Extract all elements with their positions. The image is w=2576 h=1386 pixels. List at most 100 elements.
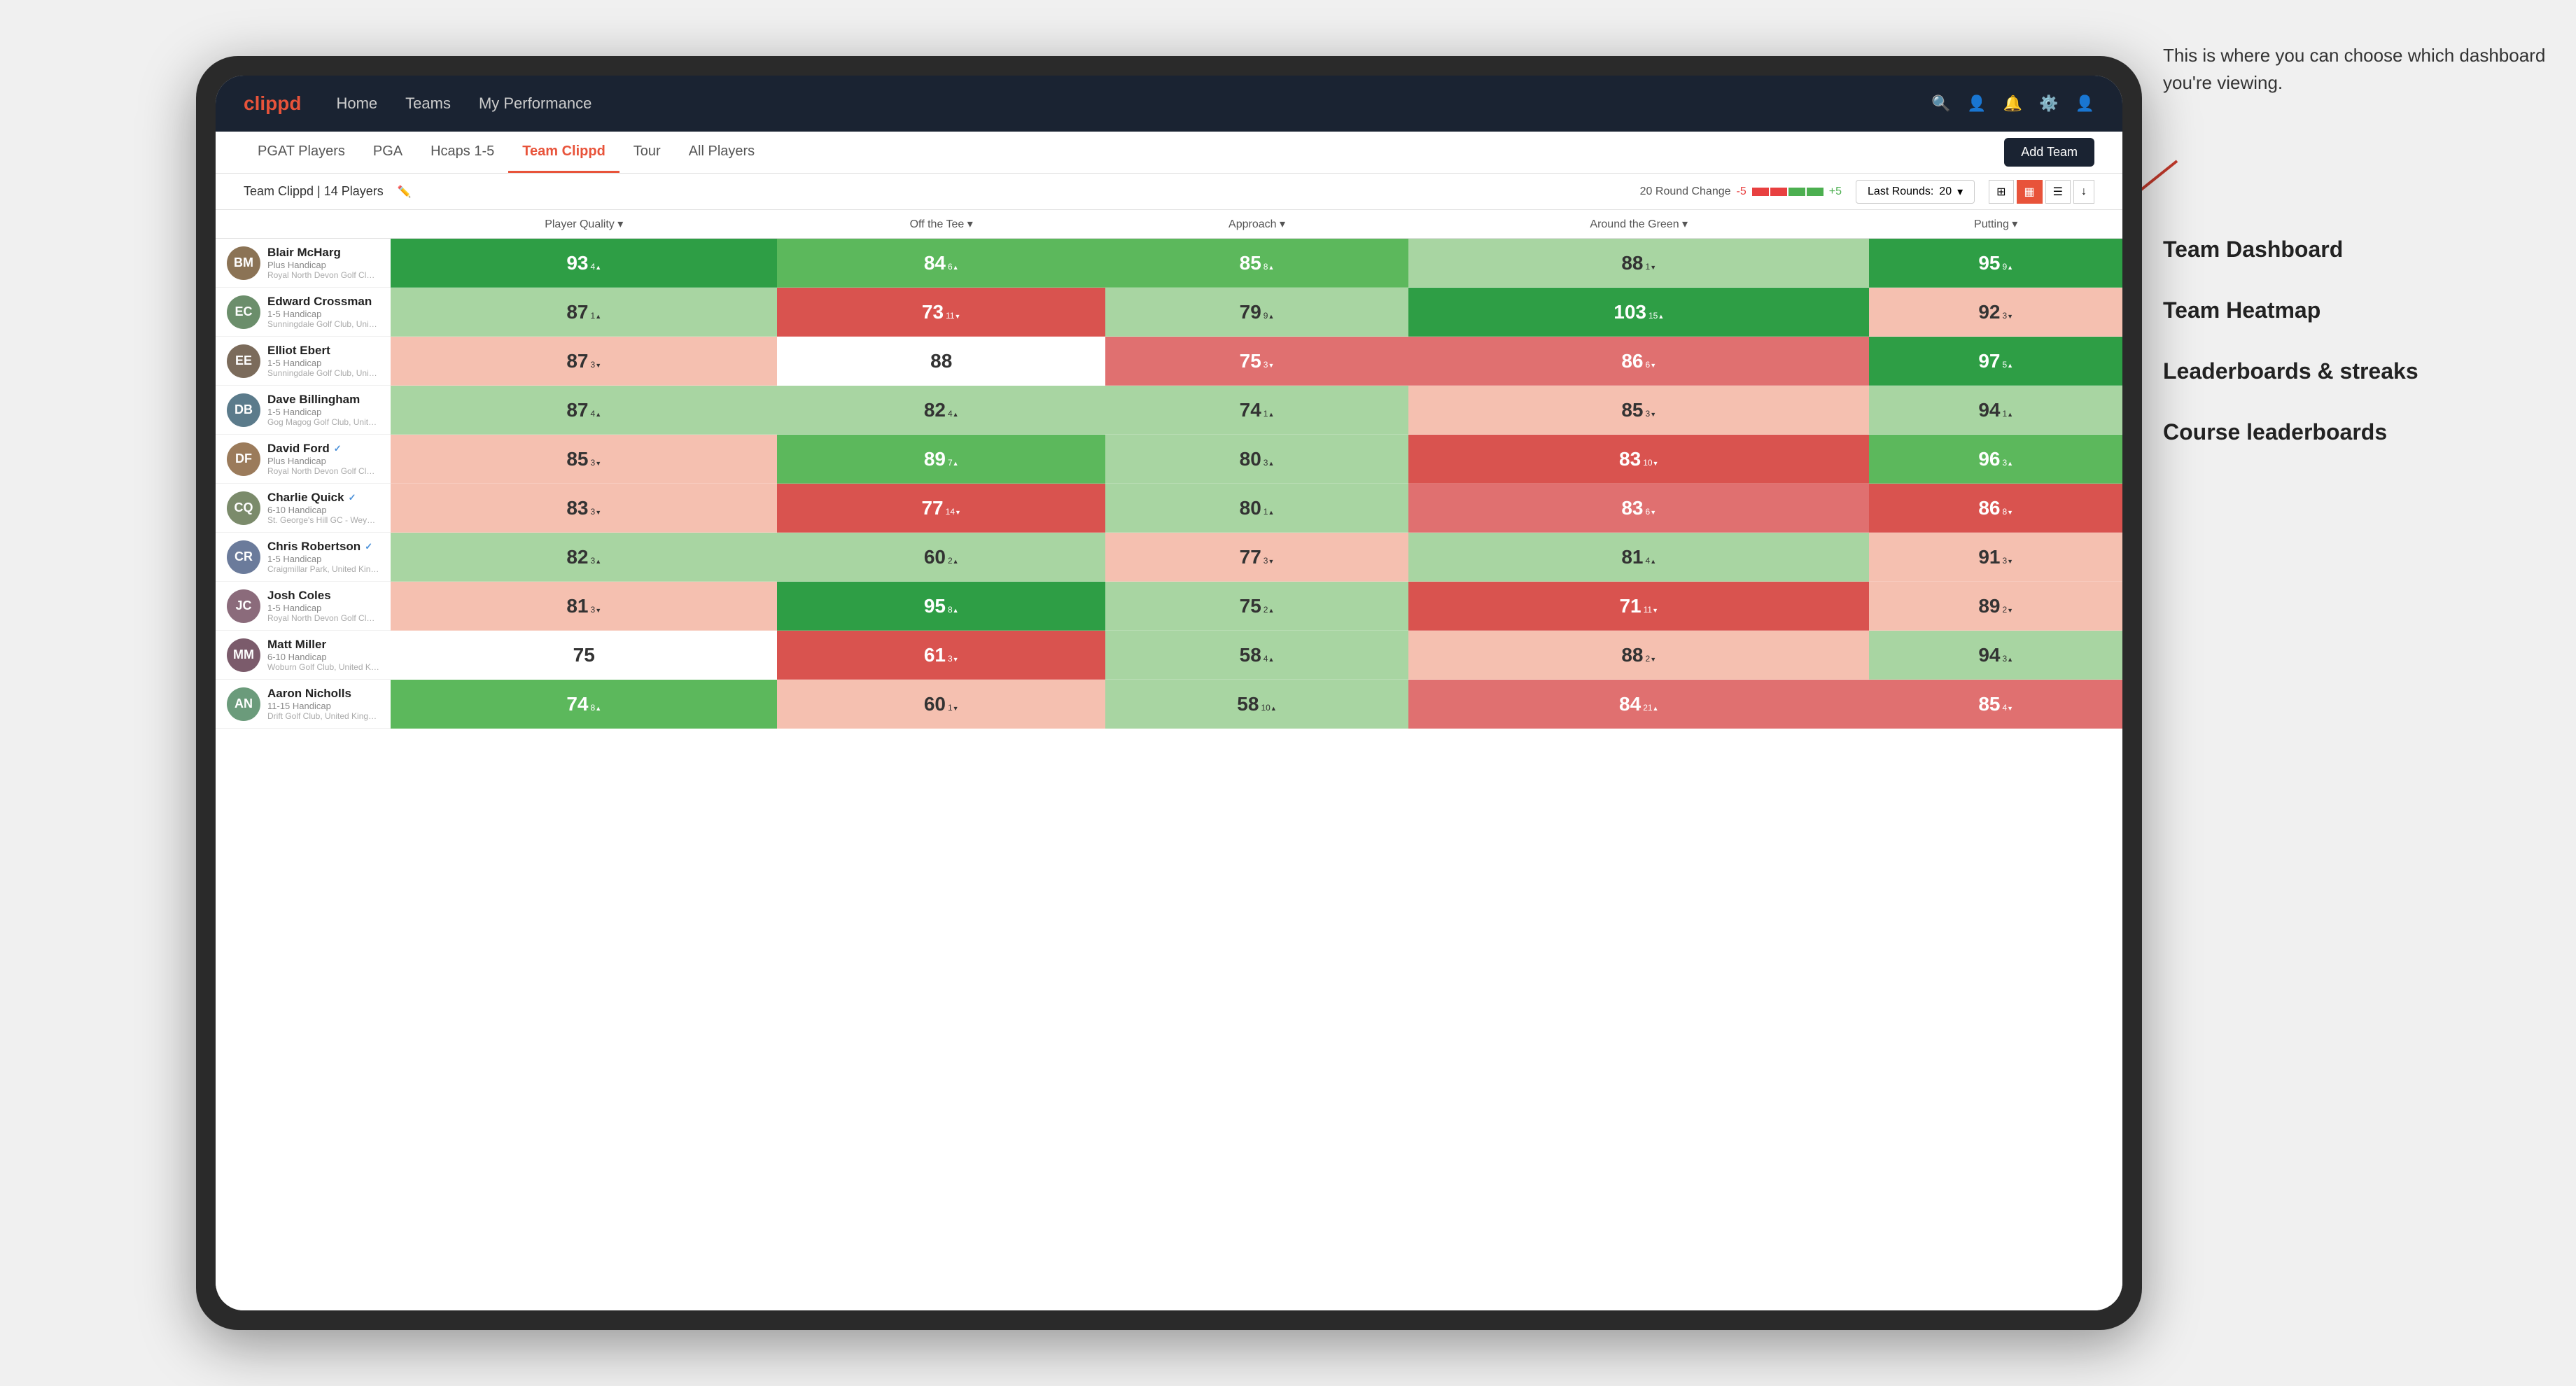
settings-icon[interactable]: ⚙️ <box>2039 94 2058 113</box>
option-course-leaderboards[interactable]: Course leaderboards <box>2163 419 2555 445</box>
avatar: DF <box>227 442 260 476</box>
player-handicap: 1-5 Handicap <box>267 407 379 417</box>
tab-bar: PGAT Players PGA Hcaps 1-5 Team Clippd T… <box>216 132 2122 174</box>
table-row[interactable]: DF David Ford ✓ Plus Handicap Royal Nort… <box>216 435 2122 484</box>
score-cell: 88 <box>777 337 1105 386</box>
option-team-dashboard[interactable]: Team Dashboard <box>2163 237 2555 262</box>
col-header-off-tee[interactable]: Off the Tee ▾ <box>777 210 1105 239</box>
score-cell: 874▲ <box>391 386 777 435</box>
col-header-putting[interactable]: Putting ▾ <box>1869 210 2122 239</box>
score-cell: 823▲ <box>391 533 777 582</box>
score-cell: 753▼ <box>1105 337 1408 386</box>
score-cell: 934▲ <box>391 239 777 288</box>
player-handicap: Plus Handicap <box>267 456 379 466</box>
last-rounds-label: Last Rounds: <box>1868 186 1933 198</box>
tab-tour[interactable]: Tour <box>620 132 675 173</box>
score-cell: 5810▲ <box>1105 680 1408 729</box>
table-row[interactable]: DB Dave Billingham 1-5 Handicap Gog Mago… <box>216 386 2122 435</box>
nav-links: Home Teams My Performance <box>336 94 1931 113</box>
score-cell: 881▼ <box>1408 239 1869 288</box>
player-name: Matt Miller <box>267 638 379 652</box>
score-cell: 584▲ <box>1105 631 1408 680</box>
score-cell: 7311▼ <box>777 288 1105 337</box>
table-row[interactable]: AN Aaron Nicholls 11-15 Handicap Drift G… <box>216 680 2122 729</box>
col-header-approach[interactable]: Approach ▾ <box>1105 210 1408 239</box>
player-handicap: 11-15 Handicap <box>267 701 379 711</box>
tab-hcaps[interactable]: Hcaps 1-5 <box>416 132 508 173</box>
avatar: BM <box>227 246 260 280</box>
round-change: 20 Round Change -5 +5 <box>1640 186 1842 198</box>
player-cell: CQ Charlie Quick ✓ 6-10 Handicap St. Geo… <box>216 484 391 533</box>
option-leaderboards[interactable]: Leaderboards & streaks <box>2163 358 2555 384</box>
score-cell: 748▲ <box>391 680 777 729</box>
player-club: Craigmillar Park, United Kingdom <box>267 564 379 574</box>
nav-teams[interactable]: Teams <box>405 94 451 113</box>
score-cell: 941▲ <box>1869 386 2122 435</box>
score-cell: 824▲ <box>777 386 1105 435</box>
col-header-around[interactable]: Around the Green ▾ <box>1408 210 1869 239</box>
player-club: Royal North Devon Golf Club, United King… <box>267 270 379 280</box>
player-cell: JC Josh Coles 1-5 Handicap Royal North D… <box>216 582 391 631</box>
avatar: EC <box>227 295 260 329</box>
score-cell: 853▼ <box>391 435 777 484</box>
player-name: Aaron Nicholls <box>267 687 379 701</box>
edit-icon[interactable]: ✏️ <box>398 185 412 199</box>
score-cell: 752▲ <box>1105 582 1408 631</box>
team-title: Team Clippd | 14 Players <box>244 184 384 199</box>
score-cell: 836▼ <box>1408 484 1869 533</box>
score-cell: 801▲ <box>1105 484 1408 533</box>
score-cell: 799▲ <box>1105 288 1408 337</box>
score-cell: 858▲ <box>1105 239 1408 288</box>
score-cell: 873▼ <box>391 337 777 386</box>
score-cell: 866▼ <box>1408 337 1869 386</box>
annotation-area: This is where you can choose which dashb… <box>2163 42 2555 445</box>
table-row[interactable]: EE Elliot Ebert 1-5 Handicap Sunningdale… <box>216 337 2122 386</box>
tab-pgat-players[interactable]: PGAT Players <box>244 132 359 173</box>
score-cell: 7111▼ <box>1408 582 1869 631</box>
person-icon[interactable]: 👤 <box>1967 94 1986 113</box>
player-cell: CR Chris Robertson ✓ 1-5 Handicap Craigm… <box>216 533 391 582</box>
player-cell: DB Dave Billingham 1-5 Handicap Gog Mago… <box>216 386 391 435</box>
score-cell: 871▲ <box>391 288 777 337</box>
player-cell: DF David Ford ✓ Plus Handicap Royal Nort… <box>216 435 391 484</box>
score-cell: 10315▲ <box>1408 288 1869 337</box>
grid-view-button[interactable]: ⊞ <box>1989 180 2013 204</box>
table-row[interactable]: MM Matt Miller 6-10 Handicap Woburn Golf… <box>216 631 2122 680</box>
score-cell: 975▲ <box>1869 337 2122 386</box>
tab-team-clippd[interactable]: Team Clippd <box>508 132 620 173</box>
tab-all-players[interactable]: All Players <box>675 132 769 173</box>
table-row[interactable]: BM Blair McHarg Plus Handicap Royal Nort… <box>216 239 2122 288</box>
nav-home[interactable]: Home <box>336 94 377 113</box>
table-row[interactable]: CR Chris Robertson ✓ 1-5 Handicap Craigm… <box>216 533 2122 582</box>
player-club: Royal North Devon Golf Club, United King… <box>267 466 379 476</box>
player-name: Edward Crossman <box>267 295 379 309</box>
player-club: Drift Golf Club, United Kingdom <box>267 711 379 721</box>
add-team-button[interactable]: Add Team <box>2004 138 2094 167</box>
table-row[interactable]: CQ Charlie Quick ✓ 6-10 Handicap St. Geo… <box>216 484 2122 533</box>
table-row[interactable]: JC Josh Coles 1-5 Handicap Royal North D… <box>216 582 2122 631</box>
tablet-screen: clippd Home Teams My Performance 🔍 👤 🔔 ⚙… <box>216 76 2122 1310</box>
score-cell: 741▲ <box>1105 386 1408 435</box>
bell-icon[interactable]: 🔔 <box>2003 94 2022 113</box>
nav-my-performance[interactable]: My Performance <box>479 94 592 113</box>
heatmap-view-button[interactable]: ▦ <box>2017 180 2043 204</box>
list-view-button[interactable]: ☰ <box>2045 180 2071 204</box>
last-rounds-button[interactable]: Last Rounds: 20 ▾ <box>1856 180 1975 204</box>
tab-pga[interactable]: PGA <box>359 132 416 173</box>
account-icon[interactable]: 👤 <box>2076 94 2094 113</box>
view-icons: ⊞ ▦ ☰ ↓ <box>1989 180 2094 204</box>
player-club: Gog Magog Golf Club, United Kingdom <box>267 417 379 427</box>
player-club: Sunningdale Golf Club, United Kingdom <box>267 368 379 378</box>
table-row[interactable]: EC Edward Crossman 1-5 Handicap Sunningd… <box>216 288 2122 337</box>
option-team-heatmap[interactable]: Team Heatmap <box>2163 298 2555 323</box>
player-name: Josh Coles <box>267 589 379 603</box>
score-cell: 602▲ <box>777 533 1105 582</box>
search-icon[interactable]: 🔍 <box>1931 94 1950 113</box>
col-header-quality[interactable]: Player Quality ▾ <box>391 210 777 239</box>
main-content: Player Quality ▾ Off the Tee ▾ Approach … <box>216 210 2122 1310</box>
export-button[interactable]: ↓ <box>2073 180 2094 204</box>
score-cell: 613▼ <box>777 631 1105 680</box>
player-handicap: 6-10 Handicap <box>267 505 379 515</box>
annotation-text: This is where you can choose which dashb… <box>2163 42 2555 97</box>
player-handicap: 1-5 Handicap <box>267 358 379 368</box>
